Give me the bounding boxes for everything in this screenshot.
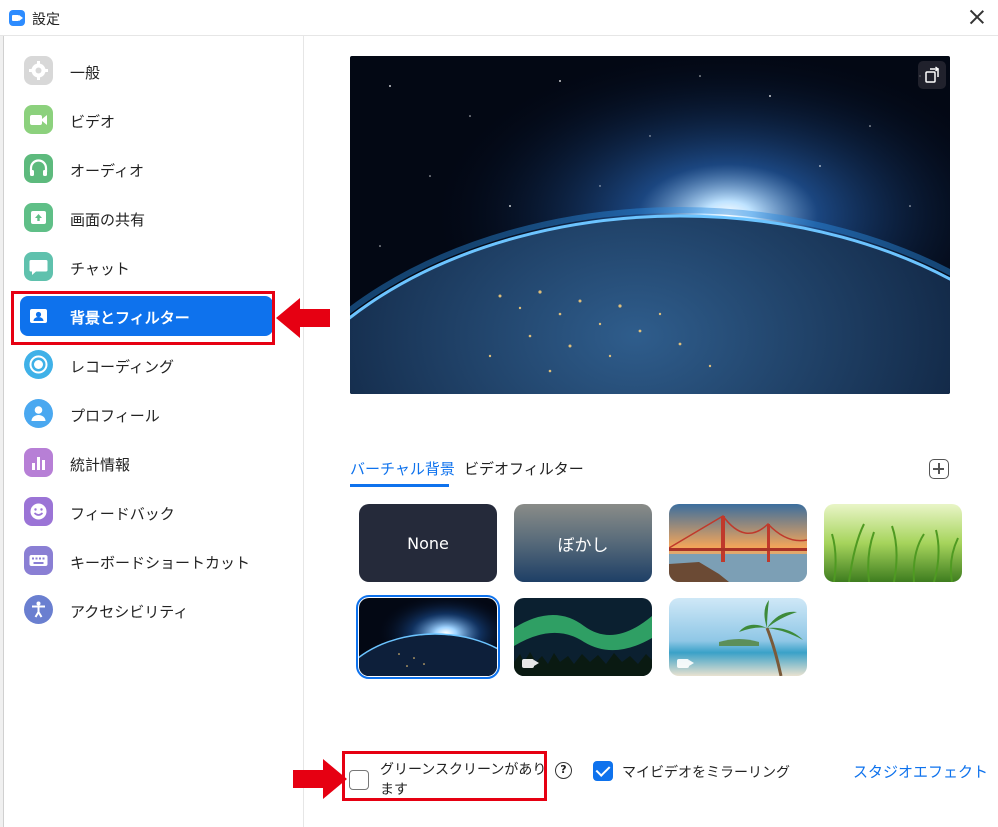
feedback-smile-icon	[24, 497, 53, 526]
keyboard-icon	[24, 546, 53, 575]
sidebar-item-label: アクセシビリティ	[70, 603, 189, 621]
statistics-icon	[24, 448, 53, 477]
video-camera-icon	[677, 659, 694, 668]
background-thumb-beach[interactable]	[669, 598, 807, 676]
zoom-app-icon	[9, 10, 25, 26]
mirror-video-label: マイビデオをミラーリング	[622, 765, 790, 781]
sidebar-item-label: ビデオ	[70, 113, 116, 131]
window-title: 設定	[32, 12, 60, 28]
background-thumb-aurora[interactable]	[514, 598, 652, 676]
sidebar-item-accessibility[interactable]: アクセシビリティ	[20, 590, 273, 630]
sidebar-item-general[interactable]: 一般	[20, 51, 273, 91]
record-icon	[24, 350, 53, 379]
sidebar-item-keyboard-shortcuts[interactable]: キーボードショートカット	[20, 541, 273, 581]
sidebar-item-label: チャット	[70, 260, 130, 278]
rotate-camera-button[interactable]	[918, 61, 946, 89]
annotation-highlight-box	[11, 291, 275, 345]
tab-virtual-background[interactable]: バーチャル背景	[350, 458, 455, 479]
background-thumb-grass[interactable]	[824, 504, 962, 582]
sidebar-item-label: 画面の共有	[70, 211, 146, 229]
settings-sidebar: 一般 ビデオ オーディオ 画面の共有 チャット 背景とフィルター レコーディング…	[4, 36, 304, 827]
background-thumb-golden-gate[interactable]	[669, 504, 807, 582]
sidebar-item-share-screen[interactable]: 画面の共有	[20, 198, 273, 238]
sidebar-item-label: プロフィール	[70, 407, 160, 425]
share-screen-icon	[24, 203, 53, 232]
green-screen-checkbox[interactable]	[349, 770, 369, 790]
background-thumb-none[interactable]: None	[359, 504, 497, 582]
profile-icon	[24, 399, 53, 428]
sidebar-item-label: オーディオ	[70, 162, 144, 180]
video-camera-icon	[522, 659, 539, 668]
sidebar-item-recording[interactable]: レコーディング	[20, 345, 273, 385]
video-camera-icon	[24, 105, 53, 134]
sidebar-item-profile[interactable]: プロフィール	[20, 394, 273, 434]
title-bar: 設定	[0, 0, 998, 36]
headphones-icon	[24, 154, 53, 183]
tab-active-indicator	[350, 484, 449, 487]
gear-icon	[24, 56, 53, 85]
help-icon[interactable]: ?	[555, 762, 572, 779]
thumb-label: None	[407, 533, 449, 553]
close-button[interactable]	[964, 4, 990, 30]
video-preview	[350, 56, 950, 394]
annotation-arrow-left	[276, 296, 332, 340]
sidebar-item-statistics[interactable]: 統計情報	[20, 443, 273, 483]
add-background-button[interactable]	[929, 459, 949, 479]
sidebar-item-chat[interactable]: チャット	[20, 247, 273, 287]
mirror-video-checkbox[interactable]	[593, 761, 613, 781]
sidebar-item-audio[interactable]: オーディオ	[20, 149, 273, 189]
studio-effects-link[interactable]: スタジオエフェクト	[853, 761, 988, 782]
annotation-arrow-right	[291, 757, 347, 801]
chat-bubble-icon	[24, 252, 53, 281]
sidebar-item-label: フィードバック	[70, 505, 175, 523]
sidebar-item-label: レコーディング	[70, 358, 174, 376]
tab-video-filter[interactable]: ビデオフィルター	[464, 458, 584, 479]
green-screen-label: グリーンスクリーンがあります	[380, 762, 547, 798]
thumb-label: ぼかし	[557, 535, 609, 556]
sidebar-item-label: 統計情報	[70, 456, 131, 474]
sidebar-item-feedback[interactable]: フィードバック	[20, 492, 273, 532]
sidebar-item-label: 一般	[70, 64, 101, 82]
sidebar-item-video[interactable]: ビデオ	[20, 100, 273, 140]
accessibility-icon	[24, 595, 53, 624]
background-thumb-blur[interactable]: ぼかし	[514, 504, 652, 582]
sidebar-item-label: キーボードショートカット	[70, 554, 251, 572]
background-thumb-earth[interactable]	[356, 595, 500, 679]
